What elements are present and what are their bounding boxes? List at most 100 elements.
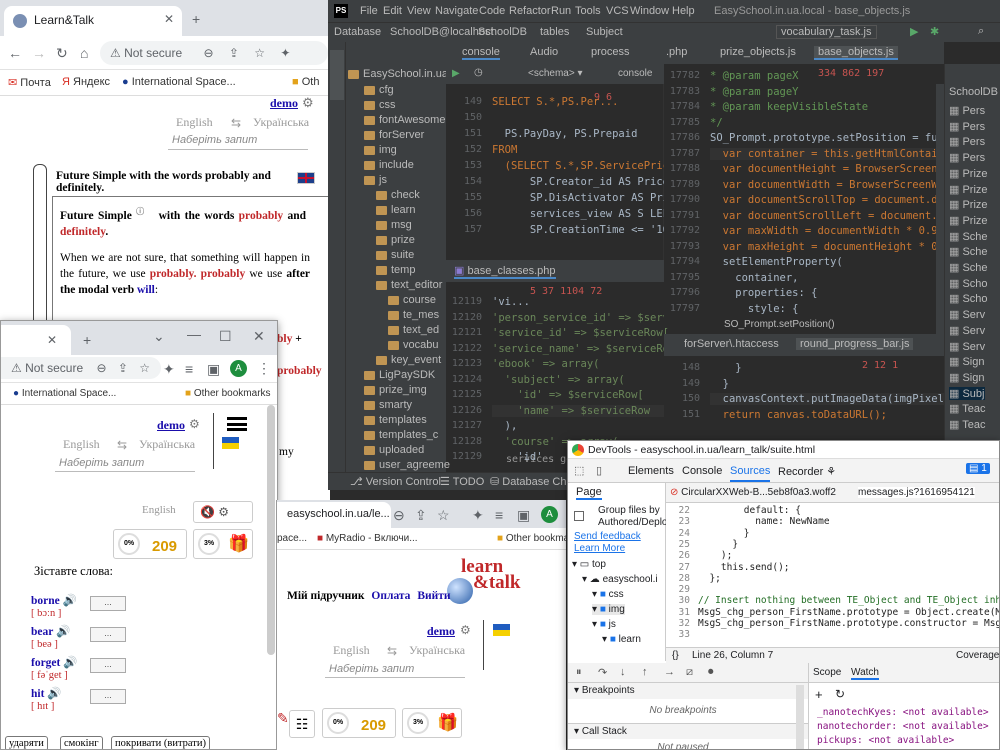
tab-watch[interactable]: Watch [851, 667, 879, 680]
front-search-input[interactable]: Наберіть запит [325, 661, 465, 678]
zoom-icon[interactable]: ⊖ [203, 46, 213, 60]
db-table-item[interactable]: ▦ Prize [949, 167, 988, 180]
inspect-icon[interactable]: ⬚ [574, 464, 584, 477]
edit-icon[interactable]: ✎ [277, 710, 289, 727]
bg-search-input[interactable]: Наберіть запит [168, 132, 308, 150]
code-line[interactable]: SO_Prompt.prototype.setPosition = funct [710, 132, 957, 144]
sound-toggle-button[interactable]: 🔇 ⚙ [193, 501, 253, 523]
nav-textbook[interactable]: Мій підручник [287, 590, 365, 602]
site-logo[interactable]: learn &talk [445, 556, 525, 606]
tab-base-classes[interactable]: ▣ base_classes.php [454, 264, 556, 279]
tree-folder[interactable]: vocabu [388, 339, 438, 351]
console-select[interactable]: console [618, 68, 652, 79]
tab-search-icon[interactable]: ⌄ [153, 329, 165, 343]
tab-close-icon[interactable]: ✕ [164, 12, 174, 26]
tree-folder[interactable]: text_ed [388, 324, 439, 336]
code-line[interactable]: FROM [492, 144, 517, 156]
db-table-item[interactable]: ▦ Subj [949, 386, 985, 400]
schema-select[interactable]: <schema> ▾ [528, 68, 583, 79]
send-feedback-link[interactable]: Send feedback [574, 531, 641, 542]
tree-folder[interactable]: img [364, 144, 397, 156]
status-vcs[interactable]: ⎇ Version Control [350, 475, 441, 488]
file-tab-messages[interactable]: messages.js?1616954121 [858, 487, 975, 498]
code-line[interactable]: MsgS_chg_person_FirstName.prototype = Ob… [698, 607, 999, 618]
db-table-item[interactable]: ▦ Sche [949, 261, 988, 274]
tree-folder[interactable]: user_agreeme [364, 459, 450, 471]
refresh-watch-icon[interactable]: ↻ [835, 687, 845, 701]
code-line[interactable]: 'service_name' => $serviceRo [492, 343, 669, 355]
bookmark-myradio[interactable]: ■ MyRadio - Включи... [317, 533, 418, 544]
bookmark-yandex[interactable]: Я Яндекс [62, 76, 110, 88]
code-line[interactable]: var documentScrollTop = document.do [710, 194, 944, 206]
bg-user-link[interactable]: demo [270, 96, 298, 111]
db-table-item[interactable]: ▦ Prize [949, 214, 988, 227]
tree-folder[interactable]: msg [376, 219, 412, 231]
progress-button[interactable]: 0% 209 [322, 708, 396, 738]
bookmark-space[interactable]: ● International Space... [13, 388, 116, 399]
nav-logout[interactable]: Вийти [417, 590, 450, 602]
db-table-item[interactable]: ▦ Pers [949, 151, 985, 164]
front-user-link[interactable]: demo [427, 624, 455, 639]
new-tab-icon[interactable]: + [192, 12, 200, 26]
step-out-icon[interactable]: ↑ [642, 666, 648, 678]
run-query-icon[interactable]: ▶ [452, 68, 460, 79]
maximize-icon[interactable]: ☐ [219, 329, 232, 343]
code-line[interactable]: 'vi... [492, 296, 530, 308]
db-table-item[interactable]: ▦ Sign [949, 371, 985, 384]
code-line[interactable]: */ [710, 117, 723, 129]
mid-lang-from[interactable]: English [63, 437, 100, 452]
deactivate-breakpoints-icon[interactable]: ⧄ [686, 666, 693, 679]
menu-navigate[interactable]: Navigate [435, 5, 478, 17]
info-icon[interactable]: ⓘ [136, 207, 145, 216]
code-line[interactable]: var documentHeight = BrowserScreenH [710, 163, 944, 175]
speaker-icon[interactable]: 🔊 [47, 688, 61, 700]
menu-code[interactable]: Code [479, 5, 505, 17]
source-tree-item[interactable]: ▾ ▭ top [572, 559, 606, 570]
bookmark-other[interactable]: ■ Oth [292, 76, 319, 88]
tab-audio[interactable]: Audio [530, 46, 558, 58]
db-table-item[interactable]: ▦ Sign [949, 355, 985, 368]
tree-folder[interactable]: prize [376, 234, 415, 246]
speaker-icon[interactable]: 🔊 [63, 657, 77, 669]
menu-vcs[interactable]: VCS [606, 5, 629, 17]
code-line[interactable]: default: { [698, 505, 801, 516]
history-icon[interactable]: ◷ [474, 67, 483, 78]
answer-slot[interactable]: ... [90, 596, 126, 611]
db-table-item[interactable]: ▦ Pers [949, 120, 985, 133]
db-table-item[interactable]: ▦ Scho [949, 292, 988, 305]
settings-gear-icon[interactable]: ⚙ [460, 623, 471, 637]
bg-browser-tab[interactable]: Learn&Talk ✕ [4, 6, 182, 36]
project-root[interactable]: EasySchool.in.ua [348, 68, 448, 80]
debug-scrollbar[interactable] [796, 685, 804, 749]
tab-scope[interactable]: Scope [813, 667, 841, 678]
zoom-icon[interactable]: ⊖ [96, 361, 106, 375]
sidepanel-icon[interactable]: ▣ [517, 508, 530, 522]
menu-kebab-icon[interactable]: ⋮ [257, 361, 271, 375]
share-icon[interactable]: ⇪ [118, 361, 128, 375]
db-table-item[interactable]: ▦ Serv [949, 308, 985, 321]
step-into-icon[interactable]: ↓ [620, 666, 626, 678]
bookmark-space[interactable]: ● International Space... [122, 76, 236, 88]
front-lang-to[interactable]: Українська [409, 643, 465, 658]
tab-prize-objects[interactable]: prize_objects.js [720, 46, 796, 58]
tab-process[interactable]: process [591, 46, 630, 58]
reload-icon[interactable]: ↻ [56, 46, 68, 60]
tree-folder[interactable]: css [364, 99, 396, 111]
back-arrow-icon[interactable]: ← [8, 46, 22, 60]
extensions-icon[interactable]: ✦ [472, 508, 484, 522]
nav-payment[interactable]: Оплата [371, 590, 410, 602]
gift-button[interactable]: 3% 🎁 [402, 708, 462, 738]
star-icon[interactable]: ☆ [139, 361, 150, 375]
code-line[interactable]: container, [710, 272, 798, 284]
run-icon[interactable]: ▶ [910, 25, 918, 38]
bg-address-bar[interactable]: ⚠ Not secure ⊖ ⇪ ☆ ✦ [100, 41, 328, 65]
db-table-item[interactable]: ▦ Prize [949, 198, 988, 211]
code-line[interactable]: this.send(); [698, 562, 790, 573]
code-line[interactable]: PS.PayDay, PS.Prepaid [492, 128, 638, 140]
tree-folder[interactable]: key_event [376, 354, 441, 366]
code-line[interactable]: var documentWidth = BrowserScreenW [710, 179, 938, 191]
hamburger-menu-icon[interactable] [227, 417, 247, 431]
code-line[interactable]: } [698, 539, 738, 550]
db-table-item[interactable]: ▦ Pers [949, 135, 985, 148]
front-lang-from[interactable]: English [333, 643, 370, 658]
